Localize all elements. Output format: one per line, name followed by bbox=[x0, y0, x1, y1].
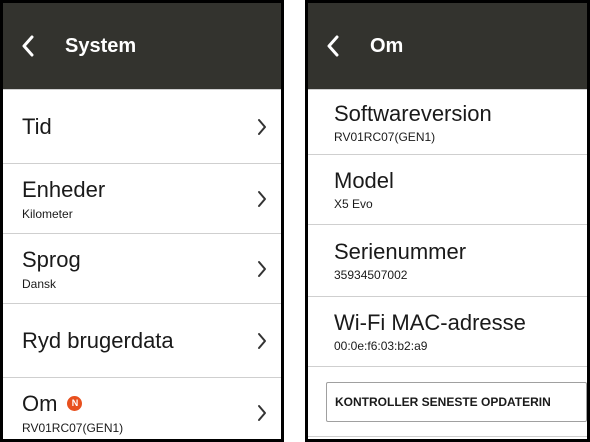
back-button[interactable] bbox=[308, 3, 358, 90]
settings-item-enheder[interactable]: Enheder Kilometer bbox=[3, 164, 281, 234]
info-item-value: X5 Evo bbox=[334, 197, 373, 211]
chevron-left-icon bbox=[22, 35, 34, 57]
info-item-value: 35934507002 bbox=[334, 268, 408, 282]
info-item-label: Softwareversion bbox=[334, 100, 492, 126]
info-item-model: Model X5 Evo bbox=[308, 155, 587, 225]
settings-item-label: Om bbox=[22, 391, 58, 416]
about-screen: Om Softwareversion RV01RC07(GEN1) Model … bbox=[305, 0, 590, 442]
info-item-serienummer: Serienummer 35934507002 bbox=[308, 225, 587, 297]
settings-item-label: Ryd brugerdata bbox=[22, 328, 174, 353]
settings-item-label: Enheder bbox=[22, 177, 106, 202]
settings-item-value: Kilometer bbox=[22, 207, 73, 221]
settings-item-label: Tid bbox=[22, 114, 52, 139]
system-settings-list: Tid Enheder Kilometer Sprog Dansk Ryd br… bbox=[3, 90, 281, 439]
new-badge: N bbox=[67, 396, 83, 411]
chevron-right-icon bbox=[258, 404, 266, 421]
info-item-label: Serienummer bbox=[334, 239, 467, 264]
info-item-label: Model bbox=[334, 168, 394, 193]
chevron-right-icon bbox=[258, 332, 266, 349]
chevron-right-icon bbox=[258, 118, 266, 135]
settings-item-ryd-brugerdata[interactable]: Ryd brugerdata bbox=[3, 304, 281, 378]
settings-item-om[interactable]: Om N RV01RC07(GEN1) bbox=[3, 378, 281, 439]
settings-item-value: RV01RC07(GEN1) bbox=[22, 421, 124, 435]
chevron-right-icon bbox=[258, 260, 266, 277]
info-item-wifi-mac: Wi-Fi MAC-adresse 00:0e:f6:03:b2:a9 bbox=[308, 297, 587, 367]
settings-item-label-wrap: Om N bbox=[22, 390, 281, 417]
page-title: System bbox=[65, 34, 137, 57]
chevron-left-icon bbox=[327, 35, 339, 57]
about-info-list: Softwareversion RV01RC07(GEN1) Model X5 … bbox=[308, 90, 587, 437]
system-header: System bbox=[3, 3, 281, 90]
info-item-softwareversion: Softwareversion RV01RC07(GEN1) bbox=[308, 90, 587, 155]
page-title: Om bbox=[370, 34, 404, 57]
system-screen: System Tid Enheder Kilometer Sprog Dansk… bbox=[0, 0, 284, 442]
about-header: Om bbox=[308, 3, 587, 90]
settings-item-label: Sprog bbox=[22, 247, 81, 272]
settings-item-tid[interactable]: Tid bbox=[3, 90, 281, 164]
settings-item-value: Dansk bbox=[22, 277, 57, 291]
info-item-value: 00:0e:f6:03:b2:a9 bbox=[334, 339, 428, 353]
check-update-button[interactable]: KONTROLLER SENESTE OPDATERIN bbox=[326, 381, 587, 422]
info-item-label: Wi-Fi MAC-adresse bbox=[334, 310, 526, 335]
update-button-container: KONTROLLER SENESTE OPDATERIN bbox=[308, 367, 587, 437]
back-button[interactable] bbox=[3, 3, 53, 90]
settings-item-sprog[interactable]: Sprog Dansk bbox=[3, 234, 281, 304]
chevron-right-icon bbox=[258, 190, 266, 207]
info-item-value: RV01RC07(GEN1) bbox=[334, 129, 436, 144]
